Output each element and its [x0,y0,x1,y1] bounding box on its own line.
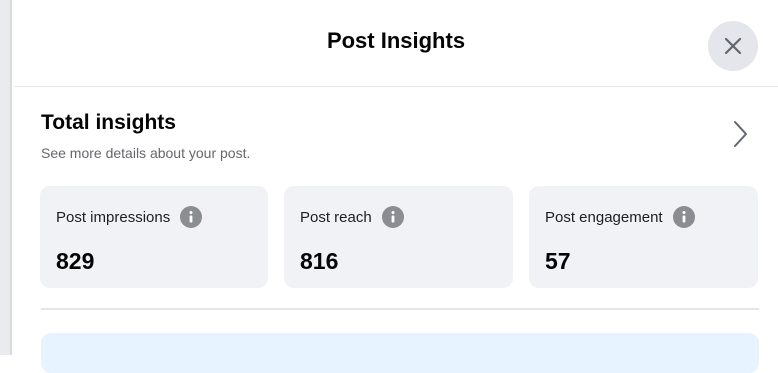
metric-label-row: Post engagement [545,206,695,228]
close-icon [724,37,742,55]
metric-label-row: Post impressions [56,206,203,228]
info-glyph [391,211,395,223]
total-insights-title: Total insights [41,111,176,134]
metric-label: Post impressions [56,208,171,226]
metric-value: 829 [56,248,95,274]
metric-label-row: Post reach [300,206,404,228]
metric-cards: Post impressions 829 Post reach 816 Post… [40,186,758,288]
post-insights-dialog: Post Insights Total insights See more de… [14,0,778,373]
total-insights-subtitle: See more details about your post. [41,145,251,161]
info-icon[interactable] [381,206,404,228]
dialog-header: Post Insights [14,0,778,87]
metric-label: Post reach [300,208,372,226]
metric-value: 57 [545,248,571,274]
metric-card-engagement: Post engagement 57 [529,186,758,288]
section-divider [41,308,759,310]
info-glyph [682,211,686,223]
total-insights-row[interactable]: Total insights See more details about yo… [14,87,778,173]
info-icon[interactable] [180,206,203,228]
background-page-edge [0,0,12,355]
metric-card-reach: Post reach 816 [284,186,513,288]
info-icon[interactable] [672,206,695,228]
info-banner [41,333,759,373]
page-divider [10,0,12,355]
chevron-right-icon [734,121,747,147]
metric-label: Post engagement [545,208,663,226]
metric-value: 816 [300,248,339,274]
info-glyph [189,211,193,223]
close-button[interactable] [708,21,758,71]
dialog-title: Post Insights [326,28,466,53]
metric-card-impressions: Post impressions 829 [40,186,268,288]
